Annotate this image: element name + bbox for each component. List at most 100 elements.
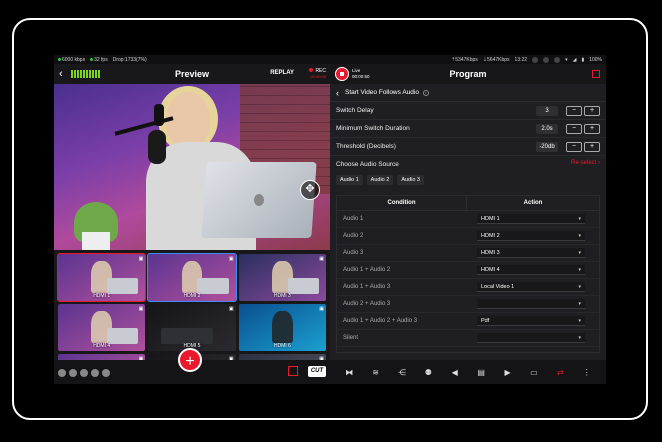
video-follows-audio-icon[interactable]: ⇄ <box>554 368 566 377</box>
camera-icon: ▣ <box>319 256 324 262</box>
source-tile-2[interactable]: ▣ HDMI 2 <box>147 253 237 302</box>
switch-delay-value[interactable]: 3 <box>536 105 558 116</box>
clock: 13:22 <box>514 56 528 63</box>
source-tile-5[interactable]: ▣ HDMI 5 <box>148 304 236 351</box>
apple-logo-icon <box>254 194 264 206</box>
vfa-header: ‹ Start Video Follows Audio i <box>330 84 606 102</box>
rec-button[interactable]: REC 00:00:00 <box>309 68 326 80</box>
caret-down-icon: ▾ <box>578 233 581 239</box>
platform-icons <box>58 369 110 377</box>
action-header: Action <box>523 200 543 206</box>
action-select[interactable]: ▾ <box>477 333 585 343</box>
threshold-minus-button[interactable]: − <box>566 141 582 152</box>
caret-down-icon: ▾ <box>578 250 581 256</box>
min-duration-stepper: − + <box>566 123 600 134</box>
drop-status: Drop:1733(7%) <box>112 56 147 63</box>
rtmp-icon[interactable] <box>102 369 110 377</box>
youtube-icon[interactable] <box>69 369 77 377</box>
stream-icon[interactable] <box>91 369 99 377</box>
min-duration-value[interactable]: 2.0s <box>536 123 558 134</box>
source-tile-3[interactable]: ▣ HDMI 3 <box>238 254 326 301</box>
twitch-icon[interactable] <box>80 369 88 377</box>
back-chevron-icon[interactable]: ‹ <box>336 88 339 98</box>
video-icon[interactable]: ▶ <box>502 368 514 377</box>
threshold-plus-button[interactable]: + <box>584 141 600 152</box>
action-select[interactable]: HDMI 4 ▾ <box>477 265 585 275</box>
replay-button[interactable]: REPLAY <box>270 70 294 76</box>
vfa-title: Start Video Follows Audio <box>345 89 419 96</box>
table-row: Audio 2 HDMI 2 ▾ <box>337 228 599 245</box>
action-select[interactable]: ▾ <box>477 299 585 309</box>
audio-icon[interactable]: ◀ <box>449 368 461 377</box>
switch-delay-minus-button[interactable]: − <box>566 105 582 116</box>
notification-icon <box>532 56 539 63</box>
table-row: Audio 3 HDMI 3 ▾ <box>337 245 599 262</box>
battery-icon: ▮ <box>581 56 585 63</box>
info-icon[interactable]: i <box>422 89 429 96</box>
guests-icon[interactable]: ⚉ <box>422 368 434 377</box>
audio-chip-1[interactable]: Audio 1 <box>336 175 363 185</box>
action-select[interactable]: Local Video 1 ▾ <box>477 282 585 292</box>
facebook-icon[interactable] <box>58 369 66 377</box>
source-label: HDMI 6 <box>273 343 291 349</box>
threshold-value[interactable]: -20db <box>536 141 558 152</box>
choose-audio-source-label: Choose Audio Source <box>336 160 399 168</box>
camera-icon: ▣ <box>138 306 144 312</box>
caret-down-icon: ▾ <box>578 318 581 324</box>
grid-view-icon[interactable] <box>592 70 600 78</box>
mixer-icon[interactable]: ⧓ <box>343 368 355 377</box>
table-row: Audio 1 + Audio 2 + Audio 3 Pdf ▾ <box>337 313 599 330</box>
source-tile-6[interactable]: ▣ HDMI 6 <box>238 304 326 351</box>
signal-icon: ◢ <box>572 56 577 63</box>
bitrate-status: 6000 kbps <box>58 57 85 63</box>
move-handle-icon[interactable]: ✥ <box>300 180 320 200</box>
action-select[interactable]: Pdf ▾ <box>477 316 585 326</box>
action-select[interactable]: HDMI 2 ▾ <box>477 231 585 241</box>
audio-source-chips: Audio 1 Audio 2 Audio 3 <box>336 175 424 185</box>
camera-icon: ▣ <box>228 306 234 312</box>
condition-action-table: Condition Action Audio 1 HDMI 1 ▾ Audio 2… <box>336 195 600 353</box>
condition-header: Condition <box>337 196 467 210</box>
scoreboard-icon[interactable]: ▤ <box>475 368 487 377</box>
reselect-button[interactable]: Re-select › <box>571 160 600 166</box>
program-toolbar: Live 00:00:50 Program <box>330 64 606 84</box>
table-row: Audio 1 + Audio 3 Local Video 1 ▾ <box>337 279 599 296</box>
camera-icon: ▣ <box>138 256 144 262</box>
add-source-button[interactable]: + <box>178 348 202 372</box>
source-label: HDMI 4 <box>93 343 111 349</box>
layers-icon[interactable]: ≋ <box>370 368 382 377</box>
condition-cell: Audio 3 <box>343 250 364 256</box>
audio-chip-2[interactable]: Audio 2 <box>366 175 394 185</box>
program-bottom-toolbar: ⧓ ≋ ⋲ ⚉ ◀ ▤ ▶ ▭ ⇄ ⋮ <box>330 360 606 384</box>
caret-down-icon: ▾ <box>578 335 581 341</box>
cut-button[interactable]: CUT <box>308 366 326 377</box>
comment-icon[interactable]: ▭ <box>528 368 540 377</box>
min-duration-plus-button[interactable]: + <box>584 123 600 134</box>
switch-delay-stepper: − + <box>566 105 600 116</box>
choose-audio-source-row: Choose Audio Source Re-select › <box>330 156 606 172</box>
caret-down-icon: ▾ <box>578 284 581 290</box>
switch-delay-plus-button[interactable]: + <box>584 105 600 116</box>
layout-grid-icon[interactable] <box>288 366 298 376</box>
battery-level: 100% <box>589 56 602 63</box>
audio-chip-3[interactable]: Audio 3 <box>397 175 424 185</box>
caret-down-icon: ▾ <box>578 267 581 273</box>
table-header: Condition Action <box>337 196 599 211</box>
action-select[interactable]: HDMI 3 ▾ <box>477 248 585 258</box>
condition-cell: Audio 1 + Audio 2 <box>343 267 391 273</box>
table-row: Audio 1 + Audio 2 HDMI 4 ▾ <box>337 262 599 279</box>
notification-icon-3 <box>554 56 561 63</box>
camera-icon: ▣ <box>319 306 324 312</box>
threshold-stepper: − + <box>566 141 600 152</box>
status-bar: 6000 kbps 32 fps Drop:1733(7%) ⇡5347Kbps… <box>54 55 606 64</box>
transition-icon[interactable]: ⋲ <box>396 368 408 377</box>
source-tile-1[interactable]: ▣ HDMI 1 <box>56 253 147 302</box>
wifi-icon: ▾ <box>565 56 568 63</box>
more-icon[interactable]: ⋮ <box>581 368 593 377</box>
action-select[interactable]: HDMI 1 ▾ <box>477 214 585 224</box>
min-duration-minus-button[interactable]: − <box>566 123 582 134</box>
main-preview-video[interactable]: ✥ <box>54 84 330 250</box>
rec-time: 00:00:00 <box>310 74 326 79</box>
switch-delay-label: Switch Delay <box>336 107 374 114</box>
source-tile-4[interactable]: ▣ HDMI 4 <box>58 304 146 351</box>
